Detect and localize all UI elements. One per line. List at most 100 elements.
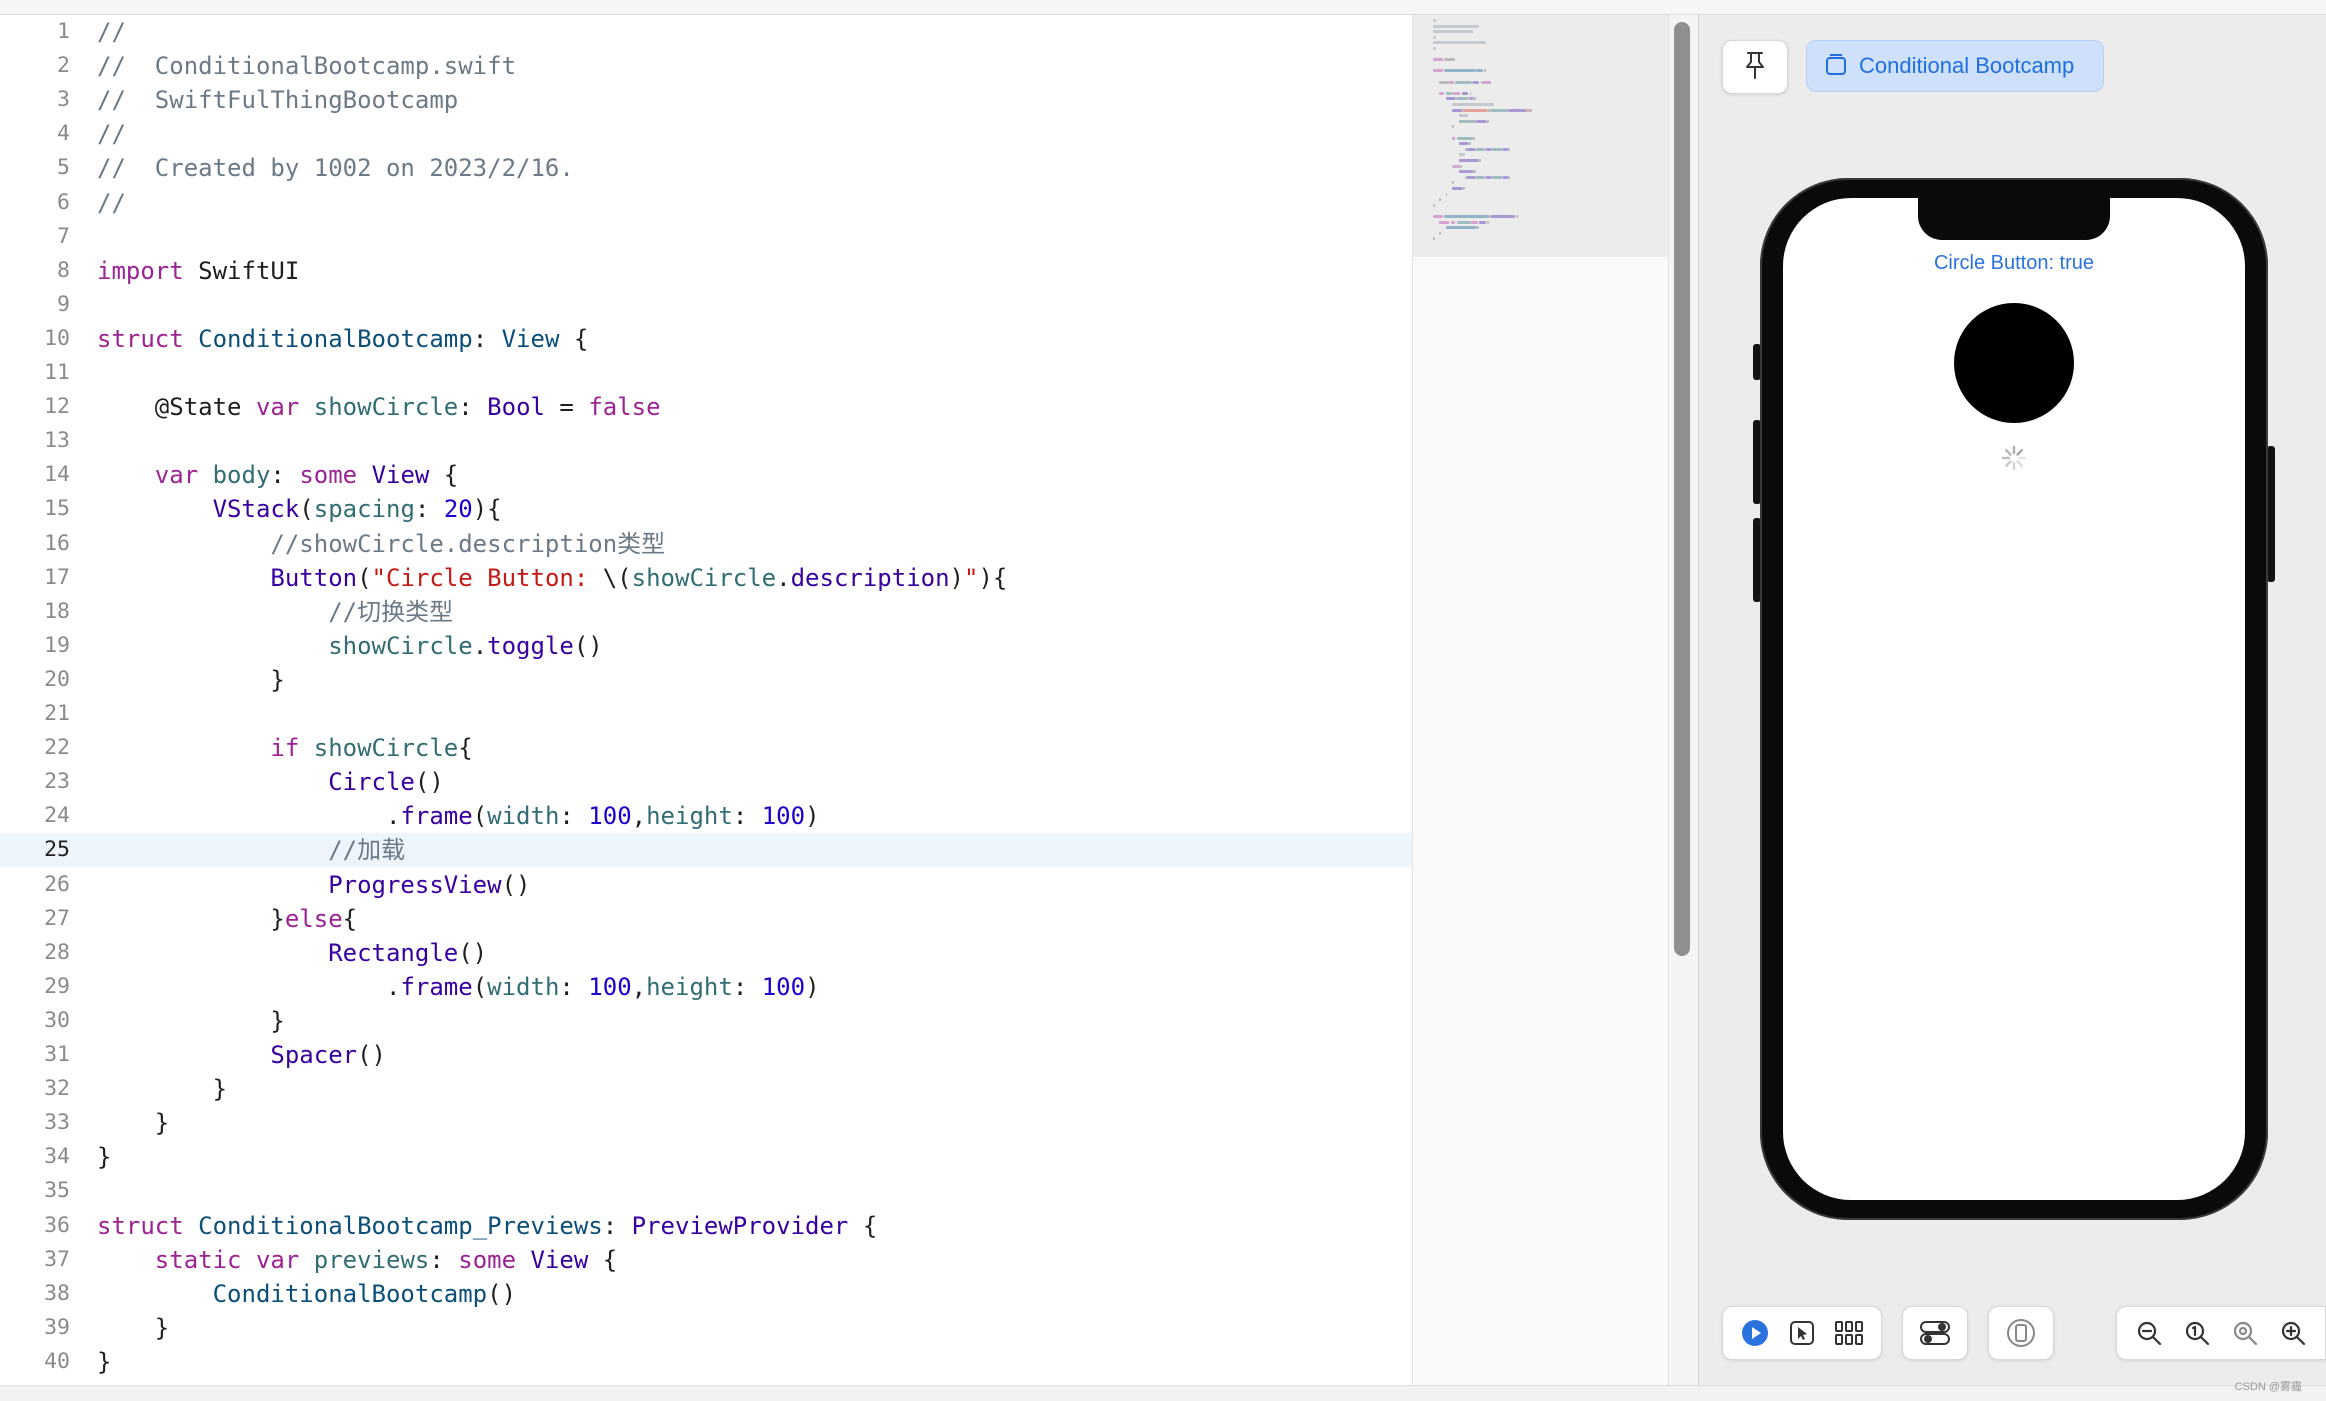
grid-variants-icon[interactable] <box>1831 1315 1867 1351</box>
code-text: }else{ <box>97 902 357 936</box>
code-text: } <box>97 1072 227 1106</box>
code-token: { <box>429 461 459 490</box>
code-token: import <box>97 256 184 285</box>
zoom-100-icon[interactable] <box>2179 1315 2215 1351</box>
code-line[interactable]: 23 Circle() <box>0 765 1412 799</box>
device-icon[interactable] <box>2003 1315 2039 1351</box>
code-token: , <box>631 802 647 831</box>
minimap-line <box>1433 35 1437 39</box>
code-line[interactable]: 14 var body: some View { <box>0 458 1412 492</box>
code-token: } <box>97 1143 112 1172</box>
code-token: if <box>270 734 300 763</box>
editor-scrollbar-thumb[interactable] <box>1674 22 1690 956</box>
spinner-spoke <box>2016 460 2023 467</box>
code-line[interactable]: 27 }else{ <box>0 902 1412 936</box>
preview-circle-shape <box>1954 303 2074 423</box>
code-line[interactable]: 5 // Created by 1002 on 2023/2/16. <box>0 151 1412 185</box>
code-line[interactable]: 29 .frame(width: 100,height: 100) <box>0 970 1412 1004</box>
code-token: () <box>414 768 444 797</box>
code-line[interactable]: 2 // ConditionalBootcamp.swift <box>0 49 1412 83</box>
code-token: spacing <box>313 495 415 524</box>
code-line[interactable]: 15 VStack(spacing: 20){ <box>0 492 1412 526</box>
code-line[interactable]: 9 <box>0 288 1412 322</box>
code-line[interactable]: 28 Rectangle() <box>0 936 1412 970</box>
code-line[interactable]: 30 } <box>0 1004 1412 1038</box>
code-minimap[interactable] <box>1412 15 1669 1385</box>
code-line[interactable]: 36 struct ConditionalBootcamp_Previews: P… <box>0 1209 1412 1243</box>
minimap-line <box>1444 58 1456 62</box>
code-token: PreviewProvider <box>631 1211 849 1240</box>
device-settings-toggle-icon[interactable] <box>1917 1315 1953 1351</box>
code-line[interactable]: 22 if showCircle{ <box>0 731 1412 765</box>
code-line[interactable]: 25 //加载 <box>0 833 1412 868</box>
device-selector-group <box>1988 1306 2054 1360</box>
code-line[interactable]: 16 //showCircle.description类型 <box>0 527 1412 561</box>
line-number: 19 <box>44 632 70 658</box>
code-line[interactable]: 3 // SwiftFulThingBootcamp <box>0 83 1412 117</box>
code-line[interactable]: 13 <box>0 424 1412 458</box>
code-line[interactable]: 17 Button("Circle Button: \(showCircle.d… <box>0 561 1412 595</box>
code-text: import SwiftUI <box>97 254 299 288</box>
minimap-line <box>1457 136 1473 140</box>
cursor-select-icon[interactable] <box>1784 1315 1820 1351</box>
minimap-line <box>1433 215 1443 218</box>
spinner-spoke <box>2016 449 2023 456</box>
play-icon[interactable] <box>1737 1315 1773 1351</box>
code-line[interactable]: 20 } <box>0 663 1412 697</box>
minimap-line <box>1433 19 1437 22</box>
code-line[interactable]: 32 } <box>0 1072 1412 1106</box>
code-line[interactable]: 31 Spacer() <box>0 1038 1412 1072</box>
code-text: } <box>97 1004 284 1038</box>
code-text: VStack(spacing: 20){ <box>97 492 502 526</box>
code-line[interactable]: 26 ProgressView() <box>0 868 1412 902</box>
code-line[interactable]: 33 } <box>0 1106 1412 1140</box>
code-line[interactable]: 11 <box>0 356 1412 390</box>
code-token: // <box>97 18 126 46</box>
code-line[interactable]: 34} <box>0 1140 1412 1174</box>
zoom-out-icon[interactable] <box>2131 1315 2167 1351</box>
line-number: 24 <box>44 803 70 829</box>
code-line[interactable]: 6 // <box>0 186 1412 220</box>
code-line[interactable]: 19 showCircle.toggle() <box>0 629 1412 663</box>
code-line[interactable]: 12 @State var showCircle: Bool = false <box>0 390 1412 424</box>
line-number: 13 <box>44 428 70 454</box>
code-line[interactable]: 21 <box>0 697 1412 731</box>
line-number: 29 <box>44 973 70 999</box>
code-token: } <box>97 904 285 933</box>
preview-name-chip[interactable]: Conditional Bootcamp <box>1806 40 2104 92</box>
code-line[interactable]: 40} <box>0 1345 1412 1379</box>
code-line[interactable]: 7 <box>0 220 1412 254</box>
minimap-line <box>1457 97 1469 101</box>
code-token: : <box>270 461 300 490</box>
code-line[interactable]: 10 struct ConditionalBootcamp: View { <box>0 322 1412 356</box>
minimap-line <box>1444 69 1475 73</box>
code-token: false <box>588 393 661 422</box>
code-token: View <box>530 1245 589 1274</box>
code-line[interactable]: 8 import SwiftUI <box>0 254 1412 288</box>
code-token: Spacer <box>270 1041 358 1069</box>
code-line[interactable]: 38 ConditionalBootcamp() <box>0 1277 1412 1311</box>
zoom-fit-icon[interactable] <box>2227 1315 2263 1351</box>
code-line[interactable]: 37 static var previews: some View { <box>0 1243 1412 1277</box>
pin-preview-button[interactable] <box>1722 40 1788 94</box>
code-line[interactable]: 1 // <box>0 15 1412 49</box>
code-line[interactable]: 18 //切换类型 <box>0 595 1412 629</box>
zoom-in-icon[interactable] <box>2275 1315 2311 1351</box>
code-line[interactable]: 4 // <box>0 117 1412 151</box>
circle-toggle-button[interactable]: Circle Button: true <box>1783 252 2245 275</box>
minimap-line <box>1458 170 1473 174</box>
minimap-line <box>1458 142 1469 146</box>
code-line[interactable]: 24 .frame(width: 100,height: 100) <box>0 799 1412 833</box>
code-text: Circle() <box>97 765 444 799</box>
code-line[interactable]: 39 } <box>0 1311 1412 1345</box>
code-editor[interactable]: 1 // 2 // ConditionalBootcamp.swift 3 // Swif… <box>0 15 1412 1385</box>
code-line[interactable]: 35 <box>0 1174 1412 1208</box>
code-text: static var previews: some View { <box>97 1243 617 1277</box>
line-number: 4 <box>57 121 70 147</box>
